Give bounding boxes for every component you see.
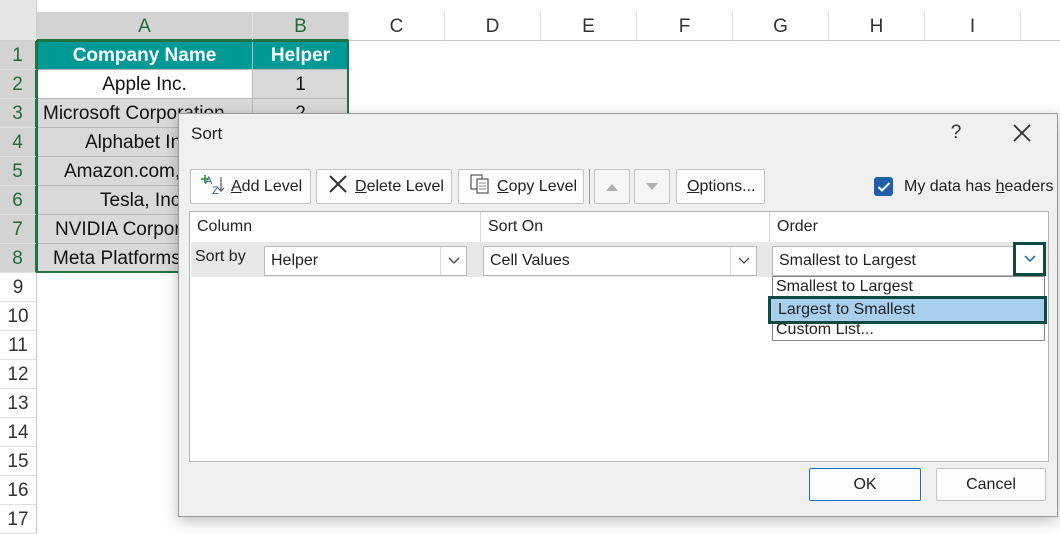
- move-up-button[interactable]: [594, 169, 630, 204]
- my-data-has-headers-label[interactable]: My data has headers: [904, 178, 1053, 196]
- order-select[interactable]: Smallest to Largest: [772, 246, 1013, 276]
- chevron-down-icon: [1023, 255, 1036, 263]
- row-header[interactable]: 2: [0, 70, 37, 99]
- select-all-corner[interactable]: [0, 0, 37, 41]
- sort-dialog: Sort ? AZ Add Level Delete Level Copy Le…: [178, 113, 1058, 517]
- column-header-i[interactable]: I: [925, 12, 1021, 41]
- helper-cell[interactable]: 1: [253, 70, 349, 99]
- row-header[interactable]: 6: [0, 186, 37, 215]
- sort-levels-grid: Column Sort On Order Sort by Helper Cell…: [189, 211, 1049, 462]
- options-button[interactable]: Options...: [676, 169, 765, 204]
- add-level-label: Add Level: [231, 177, 303, 195]
- close-icon: [1013, 124, 1031, 142]
- column-header-a[interactable]: A: [37, 12, 253, 41]
- column-header-g[interactable]: G: [733, 12, 829, 41]
- order-option[interactable]: Smallest to Largest: [773, 277, 1044, 298]
- row-header[interactable]: 1: [0, 41, 37, 70]
- cancel-button[interactable]: Cancel: [936, 468, 1046, 501]
- triangle-up-icon: [606, 183, 618, 191]
- sort-by-label: Sort by: [195, 248, 246, 265]
- add-level-button[interactable]: AZ Add Level: [190, 169, 311, 204]
- column-header-j[interactable]: [1021, 12, 1060, 41]
- row-header[interactable]: 15: [0, 447, 37, 476]
- order-dropdown-list: Smallest to Largest Largest to Smallest …: [768, 276, 1047, 341]
- move-down-button[interactable]: [634, 169, 670, 204]
- options-label: Options...: [687, 177, 756, 195]
- column-header-e[interactable]: E: [541, 12, 637, 41]
- row-header[interactable]: 9: [0, 273, 37, 302]
- order-value: Smallest to Largest: [779, 252, 916, 269]
- delete-level-button[interactable]: Delete Level: [316, 169, 452, 204]
- grid-header-sort-on: Sort On: [481, 212, 770, 242]
- header-cell-helper[interactable]: Helper: [253, 41, 349, 70]
- checkmark-icon: [877, 181, 890, 192]
- sort-on-select[interactable]: Cell Values: [483, 246, 757, 276]
- row-header[interactable]: 3: [0, 99, 37, 128]
- row-header[interactable]: 17: [0, 505, 37, 534]
- svg-text:Z: Z: [212, 185, 219, 195]
- row-header[interactable]: 11: [0, 331, 37, 360]
- copy-level-button[interactable]: Copy Level: [458, 169, 584, 204]
- column-header-d[interactable]: D: [445, 12, 541, 41]
- ok-button[interactable]: OK: [809, 468, 921, 501]
- column-header-c[interactable]: C: [349, 12, 445, 41]
- row-header[interactable]: 14: [0, 418, 37, 447]
- row-header[interactable]: 16: [0, 476, 37, 505]
- delete-x-icon: [327, 173, 349, 200]
- dialog-title: Sort: [191, 124, 223, 143]
- copy-icon: [469, 173, 491, 200]
- row-header[interactable]: 12: [0, 360, 37, 389]
- column-header-h[interactable]: H: [829, 12, 925, 41]
- header-cell-company-name[interactable]: Company Name: [37, 41, 253, 70]
- chevron-down-icon[interactable]: [440, 247, 466, 275]
- grid-header-order: Order: [777, 218, 818, 235]
- order-option[interactable]: Custom List...: [773, 320, 1044, 341]
- column-header-f[interactable]: F: [637, 12, 733, 41]
- order-dropdown-button[interactable]: [1013, 242, 1046, 276]
- row-header[interactable]: 4: [0, 128, 37, 157]
- chevron-down-icon[interactable]: [730, 247, 756, 275]
- help-button[interactable]: ?: [944, 122, 968, 144]
- sort-column-select[interactable]: Helper: [264, 246, 467, 276]
- toolbar-divider: [589, 169, 590, 204]
- row-header[interactable]: 10: [0, 302, 37, 331]
- close-button[interactable]: [1009, 120, 1035, 146]
- row-header[interactable]: 7: [0, 215, 37, 244]
- row-header[interactable]: 13: [0, 389, 37, 418]
- column-header-b[interactable]: B: [253, 12, 349, 41]
- copy-level-label: Copy Level: [497, 177, 578, 195]
- company-cell[interactable]: Apple Inc.: [37, 70, 253, 99]
- add-level-icon: AZ: [201, 173, 225, 200]
- triangle-down-icon: [646, 182, 658, 190]
- sort-column-value: Helper: [271, 252, 319, 269]
- my-data-has-headers-checkbox[interactable]: [874, 177, 893, 196]
- sort-on-value: Cell Values: [490, 252, 570, 269]
- row-header[interactable]: 5: [0, 157, 37, 186]
- row-header[interactable]: 8: [0, 244, 37, 273]
- grid-header-column: Column: [190, 212, 481, 242]
- delete-level-label: Delete Level: [355, 177, 444, 195]
